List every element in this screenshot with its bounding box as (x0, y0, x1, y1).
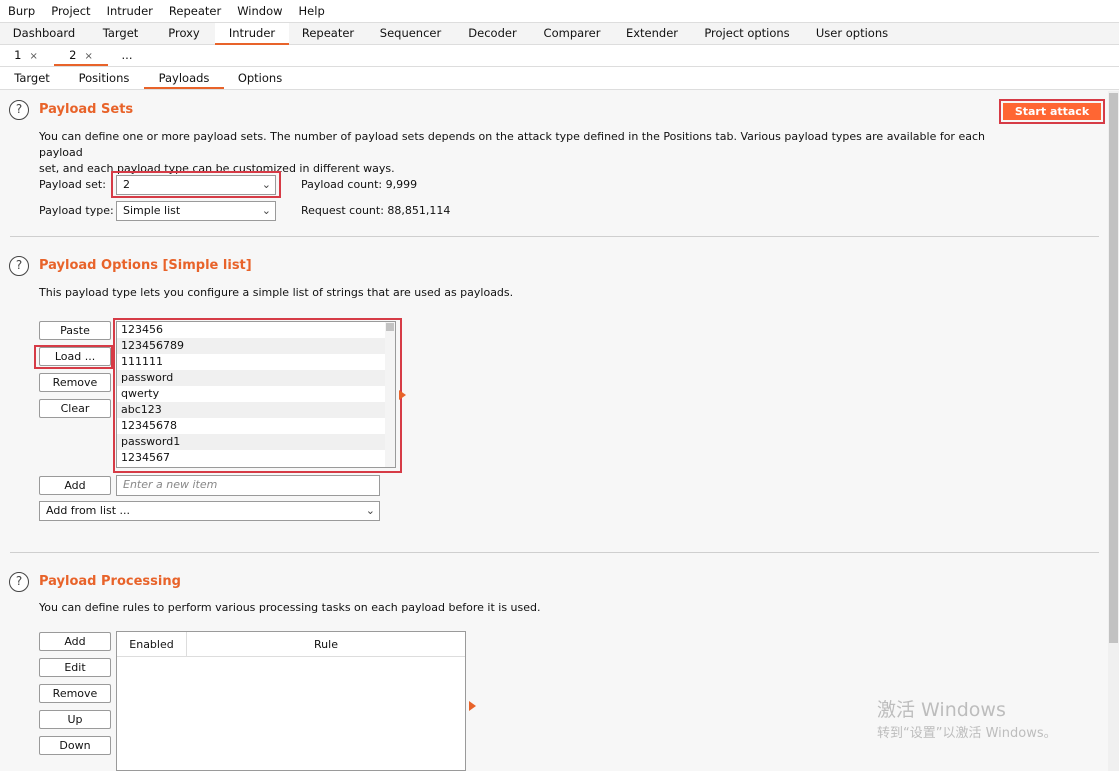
tab-target[interactable]: Target (88, 23, 153, 45)
help-circle-icon[interactable]: ? (9, 572, 29, 592)
add-rule-button[interactable]: Add (39, 632, 111, 651)
close-icon[interactable]: × (84, 51, 92, 62)
payload-type-value: Simple list (123, 204, 181, 217)
attack-tab-label: 1 (14, 48, 22, 62)
section-divider (10, 552, 1099, 553)
payload-set-label: Payload set: (39, 178, 106, 191)
menu-help[interactable]: Help (291, 4, 333, 18)
list-item[interactable]: 123456789 (117, 338, 395, 354)
help-circle-icon[interactable]: ? (9, 256, 29, 276)
list-item[interactable]: 123456 (117, 322, 395, 338)
list-scrollbar[interactable] (385, 322, 395, 467)
payload-processing-title: Payload Processing (39, 574, 181, 589)
list-item[interactable]: 1234567 (117, 450, 395, 466)
activation-watermark-title: 激活 Windows (877, 699, 1006, 721)
up-rule-button[interactable]: Up (39, 710, 111, 729)
chevron-down-icon: ⌄ (365, 504, 375, 517)
chevron-down-icon: ⌄ (261, 204, 271, 217)
payload-processing-description: You can define rules to perform various … (39, 601, 541, 614)
menu-intruder[interactable]: Intruder (99, 4, 161, 18)
menu-repeater[interactable]: Repeater (161, 4, 229, 18)
menu-project[interactable]: Project (43, 4, 98, 18)
tab-positions[interactable]: Positions (68, 67, 140, 89)
list-item[interactable]: password1 (117, 434, 395, 450)
start-attack-button[interactable]: Start attack (1003, 103, 1101, 120)
triangle-right-icon[interactable] (469, 701, 476, 711)
tab-dashboard[interactable]: Dashboard (0, 23, 88, 45)
close-icon[interactable]: × (29, 51, 37, 62)
section-divider (10, 236, 1099, 237)
list-scrollbar-thumb[interactable] (386, 323, 394, 331)
add-from-list-value: Add from list ... (46, 504, 131, 517)
menu-window[interactable]: Window (229, 4, 290, 18)
list-item[interactable]: qwerty (117, 386, 395, 402)
tab-sequencer[interactable]: Sequencer (367, 23, 454, 45)
add-item-button[interactable]: Add (39, 476, 111, 495)
payload-count-label: Payload count: (301, 178, 383, 191)
description-line: You can define one or more payload sets.… (39, 130, 985, 159)
activation-watermark-subtitle: 转到“设置”以激活 Windows。 (877, 726, 1057, 741)
request-count-value: 88,851,114 (387, 204, 451, 217)
list-item[interactable]: password (117, 370, 395, 386)
payload-sets-description: You can define one or more payload sets.… (39, 129, 999, 177)
list-item[interactable]: 111111 (117, 354, 395, 370)
tab-proxy[interactable]: Proxy (153, 23, 215, 45)
add-from-list-select[interactable]: Add from list ... ⌄ (39, 501, 380, 521)
scrollbar-thumb[interactable] (1109, 93, 1118, 643)
help-circle-icon[interactable]: ? (9, 100, 29, 120)
tab-options[interactable]: Options (228, 67, 292, 89)
payload-set-value: 2 (123, 178, 130, 191)
vertical-scrollbar[interactable] (1108, 91, 1119, 771)
main-tab-bar: Dashboard Target Proxy Intruder Repeater… (0, 22, 1119, 45)
table-header: Enabled Rule (117, 632, 465, 657)
edit-rule-button[interactable]: Edit (39, 658, 111, 677)
chevron-down-icon: ⌄ (261, 178, 271, 191)
payload-count: Payload count: 9,999 (301, 178, 417, 191)
column-rule[interactable]: Rule (187, 632, 465, 657)
tab-payloads[interactable]: Payloads (144, 67, 224, 89)
list-item[interactable]: 12345678 (117, 418, 395, 434)
payload-type-select[interactable]: Simple list ⌄ (116, 201, 276, 221)
paste-button[interactable]: Paste (39, 321, 111, 340)
load-button[interactable]: Load ... (39, 347, 111, 366)
payload-type-label: Payload type: (39, 204, 114, 217)
attack-tab-new[interactable]: ... (112, 45, 142, 66)
column-enabled[interactable]: Enabled (117, 632, 187, 657)
payload-count-value: 9,999 (385, 178, 418, 191)
remove-button[interactable]: Remove (39, 373, 111, 392)
list-item[interactable]: abc123 (117, 402, 395, 418)
tab-intruder[interactable]: Intruder (215, 23, 289, 45)
menu-bar: Burp Project Intruder Repeater Window He… (0, 0, 1119, 22)
intruder-tab-bar: Target Positions Payloads Options (0, 67, 1119, 90)
new-item-input[interactable]: Enter a new item (116, 475, 380, 496)
attack-tab-bar: 1 × 2 × ... (0, 45, 1119, 67)
payload-list[interactable]: 123456 123456789 111111 password qwerty … (116, 321, 396, 468)
triangle-right-icon[interactable] (399, 390, 406, 400)
request-count-label: Request count: (301, 204, 384, 217)
menu-burp[interactable]: Burp (0, 4, 43, 18)
down-rule-button[interactable]: Down (39, 736, 111, 755)
attack-tab-label: 2 (69, 48, 77, 62)
payload-sets-title: Payload Sets (39, 102, 134, 117)
remove-rule-button[interactable]: Remove (39, 684, 111, 703)
processing-rules-table[interactable]: Enabled Rule (116, 631, 466, 771)
attack-tab-1[interactable]: 1 × (4, 45, 48, 66)
tab-decoder[interactable]: Decoder (454, 23, 531, 45)
payload-options-title: Payload Options [Simple list] (39, 258, 252, 273)
tab-repeater[interactable]: Repeater (289, 23, 367, 45)
payload-set-select[interactable]: 2 ⌄ (116, 175, 276, 195)
tab-comparer[interactable]: Comparer (531, 23, 613, 45)
payload-options-description: This payload type lets you configure a s… (39, 286, 514, 299)
tab-intruder-target[interactable]: Target (4, 67, 60, 89)
tab-project-options[interactable]: Project options (691, 23, 803, 45)
request-count: Request count: 88,851,114 (301, 204, 450, 217)
clear-button[interactable]: Clear (39, 399, 111, 418)
attack-tab-2[interactable]: 2 × (54, 45, 108, 66)
tab-user-options[interactable]: User options (803, 23, 901, 45)
tab-extender[interactable]: Extender (613, 23, 691, 45)
